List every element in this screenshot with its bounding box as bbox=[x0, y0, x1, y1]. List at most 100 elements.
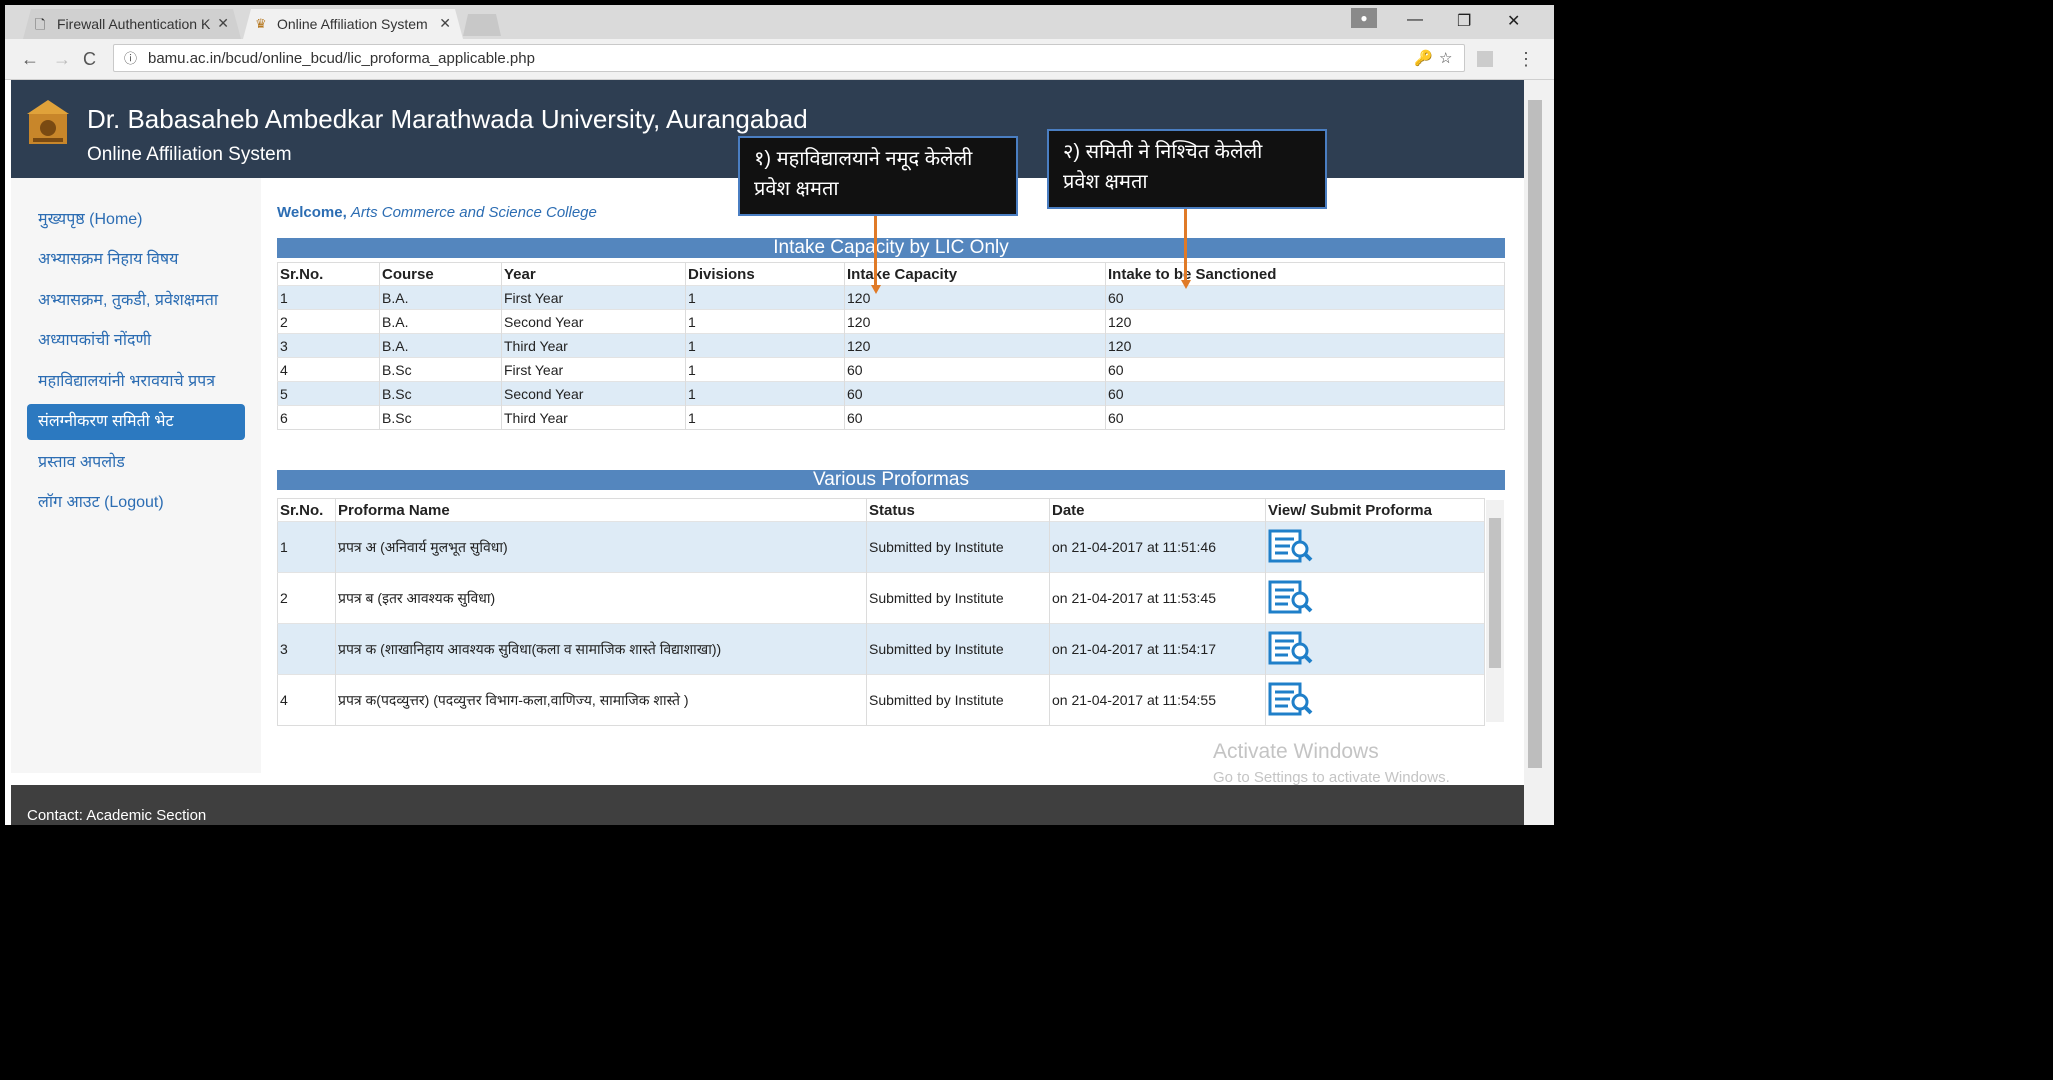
callout-committee-capacity: २) समिती ने निश्चित केलेली प्रवेश क्षमता bbox=[1047, 129, 1327, 209]
arrowhead bbox=[871, 285, 881, 294]
tab-title: Online Affiliation System bbox=[277, 16, 428, 32]
date-cell: on 21-04-2017 at 11:51:46 bbox=[1049, 521, 1266, 573]
column-header: Course bbox=[379, 262, 502, 286]
cell: 2 bbox=[277, 572, 336, 624]
cell: 120 bbox=[1105, 309, 1505, 334]
tab-title: Firewall Authentication K bbox=[57, 16, 211, 32]
bookmark-star-icon[interactable]: ☆ bbox=[1439, 45, 1452, 73]
cell: 6 bbox=[277, 405, 380, 430]
view-proforma-icon[interactable] bbox=[1268, 631, 1314, 667]
sidebar-item-subjects[interactable]: अभ्यासक्रम निहाय विषय bbox=[27, 242, 245, 278]
cell: 1 bbox=[685, 285, 845, 310]
site-footer: Contact: Academic Section bbox=[11, 785, 1524, 825]
system-subtitle: Online Affiliation System bbox=[87, 144, 292, 165]
forward-arrow-icon[interactable]: → bbox=[53, 49, 71, 70]
menu-kebab-icon[interactable]: ⋮ bbox=[1517, 49, 1535, 70]
date-cell: on 21-04-2017 at 11:54:17 bbox=[1049, 623, 1266, 675]
callout-college-capacity: १) महाविद्यालयाने नमूद केलेली प्रवेश क्ष… bbox=[738, 136, 1018, 216]
table-row: 3 प्रपत्र क (शाखानिहाय आवश्यक सुविधा(कला… bbox=[277, 623, 1485, 675]
callout-arrow bbox=[1184, 209, 1187, 281]
reload-icon[interactable]: C bbox=[83, 49, 96, 70]
sidebar-item-home[interactable]: मुख्यपृष्ठ (Home) bbox=[27, 202, 245, 238]
cell: 120 bbox=[844, 309, 1106, 334]
tab-affiliation[interactable]: ♛ Online Affiliation System ✕ bbox=[243, 9, 463, 39]
cell: 5 bbox=[277, 381, 380, 406]
view-cell bbox=[1265, 521, 1485, 573]
date-cell: on 21-04-2017 at 11:54:55 bbox=[1049, 674, 1266, 726]
cell: 1 bbox=[277, 285, 380, 310]
user-profile-icon[interactable]: ● bbox=[1351, 8, 1377, 28]
proformas-scrollbar[interactable] bbox=[1486, 500, 1504, 722]
callout-line: प्रवेश क्षमता bbox=[754, 178, 839, 200]
table-header-row: Sr.No. Proforma Name Status Date View/ S… bbox=[277, 498, 1485, 522]
cell: 60 bbox=[1105, 285, 1505, 310]
sidebar-item-proposal-upload[interactable]: प्रस्ताव अपलोड bbox=[27, 445, 245, 481]
address-bar[interactable]: ⓘ bamu.ac.in/bcud/online_bcud/lic_profor… bbox=[113, 44, 1465, 72]
cell: 60 bbox=[1105, 357, 1505, 382]
sidebar-item-courses-intake[interactable]: अभ्यासक्रम, तुकडी, प्रवेशक्षमता bbox=[27, 283, 245, 319]
callout-line: प्रवेश क्षमता bbox=[1063, 171, 1148, 193]
extension-icon[interactable] bbox=[1477, 51, 1493, 67]
column-header: Sr.No. bbox=[277, 498, 336, 522]
cell: 1 bbox=[685, 357, 845, 382]
table-row: 3 B.A. Third Year 1 120 120 bbox=[277, 333, 1505, 358]
sidebar-item-committee-visit[interactable]: संलग्नीकरण समिती भेट bbox=[27, 404, 245, 440]
cell: First Year bbox=[501, 285, 686, 310]
close-tab-icon[interactable]: ✕ bbox=[439, 15, 451, 32]
scrollbar-thumb[interactable] bbox=[1528, 100, 1542, 768]
key-icon[interactable]: 🔑 bbox=[1414, 45, 1433, 73]
browser-window: 🗋 Firewall Authentication K ✕ ♛ Online A… bbox=[5, 5, 1554, 825]
close-tab-icon[interactable]: ✕ bbox=[217, 15, 229, 32]
contact-text: Contact: Academic Section bbox=[27, 807, 207, 824]
view-proforma-icon[interactable] bbox=[1268, 529, 1314, 565]
cell: 60 bbox=[1105, 405, 1505, 430]
table-row: 1 प्रपत्र अ (अनिवार्य मुलभूत सुविधा) Sub… bbox=[277, 521, 1485, 573]
restore-icon[interactable]: ❐ bbox=[1457, 11, 1471, 31]
cell: 3 bbox=[277, 623, 336, 675]
college-name: Arts Commerce and Science College bbox=[350, 204, 597, 221]
cell: Third Year bbox=[501, 333, 686, 358]
intake-table: Sr.No. Course Year Divisions Intake Capa… bbox=[277, 262, 1505, 430]
table-row: 5 B.Sc Second Year 1 60 60 bbox=[277, 381, 1505, 406]
page-scrollbar[interactable] bbox=[1524, 80, 1554, 825]
page-icon: 🗋 bbox=[35, 17, 46, 32]
status-cell: Submitted by Institute bbox=[866, 674, 1050, 726]
proformas-table: Sr.No. Proforma Name Status Date View/ S… bbox=[277, 498, 1485, 726]
column-header: Divisions bbox=[685, 262, 845, 286]
status-cell: Submitted by Institute bbox=[866, 521, 1050, 573]
back-arrow-icon[interactable]: ← bbox=[21, 49, 39, 70]
cell: 60 bbox=[844, 381, 1106, 406]
welcome-prefix: Welcome, bbox=[277, 204, 347, 221]
cell: B.Sc bbox=[379, 405, 502, 430]
new-tab-button[interactable] bbox=[463, 14, 501, 36]
proforma-name: प्रपत्र क(पदव्युत्तर) (पदव्युत्तर विभाग-… bbox=[335, 674, 867, 726]
sidebar: मुख्यपृष्ठ (Home) अभ्यासक्रम निहाय विषय … bbox=[11, 178, 261, 773]
cell: B.A. bbox=[379, 333, 502, 358]
callout-line: १) महाविद्यालयाने नमूद केलेली bbox=[754, 148, 973, 170]
view-proforma-icon[interactable] bbox=[1268, 580, 1314, 616]
proforma-name: प्रपत्र ब (इतर आवश्यक सुविधा) bbox=[335, 572, 867, 624]
minimize-icon[interactable]: — bbox=[1407, 11, 1423, 29]
tab-firewall[interactable]: 🗋 Firewall Authentication K ✕ bbox=[23, 9, 241, 39]
view-proforma-icon[interactable] bbox=[1268, 682, 1314, 718]
table-header-row: Sr.No. Course Year Divisions Intake Capa… bbox=[277, 262, 1505, 286]
table-row: 2 प्रपत्र ब (इतर आवश्यक सुविधा) Submitte… bbox=[277, 572, 1485, 624]
cell: 60 bbox=[1105, 381, 1505, 406]
university-title: Dr. Babasaheb Ambedkar Marathwada Univer… bbox=[87, 104, 808, 134]
sidebar-item-logout[interactable]: लॉग आउट (Logout) bbox=[27, 485, 245, 521]
column-header: Sr.No. bbox=[277, 262, 380, 286]
cell: B.A. bbox=[379, 309, 502, 334]
cell: 120 bbox=[844, 333, 1106, 358]
sidebar-item-proformas[interactable]: महाविद्यालयांनी भरावयाचे प्रपत्र bbox=[27, 364, 245, 400]
table-row: 2 B.A. Second Year 1 120 120 bbox=[277, 309, 1505, 334]
table-row: 6 B.Sc Third Year 1 60 60 bbox=[277, 405, 1505, 430]
proforma-name: प्रपत्र अ (अनिवार्य मुलभूत सुविधा) bbox=[335, 521, 867, 573]
cell: Third Year bbox=[501, 405, 686, 430]
info-icon[interactable]: ⓘ bbox=[124, 45, 137, 73]
close-window-icon[interactable]: ✕ bbox=[1507, 11, 1520, 31]
scrollbar-thumb[interactable] bbox=[1489, 518, 1501, 668]
sidebar-item-teacher-registration[interactable]: अध्यापकांची नोंदणी bbox=[27, 323, 245, 359]
activate-windows-title: Activate Windows bbox=[1213, 740, 1379, 763]
column-header: Status bbox=[866, 498, 1050, 522]
column-header: Intake to be Sanctioned bbox=[1105, 262, 1505, 286]
